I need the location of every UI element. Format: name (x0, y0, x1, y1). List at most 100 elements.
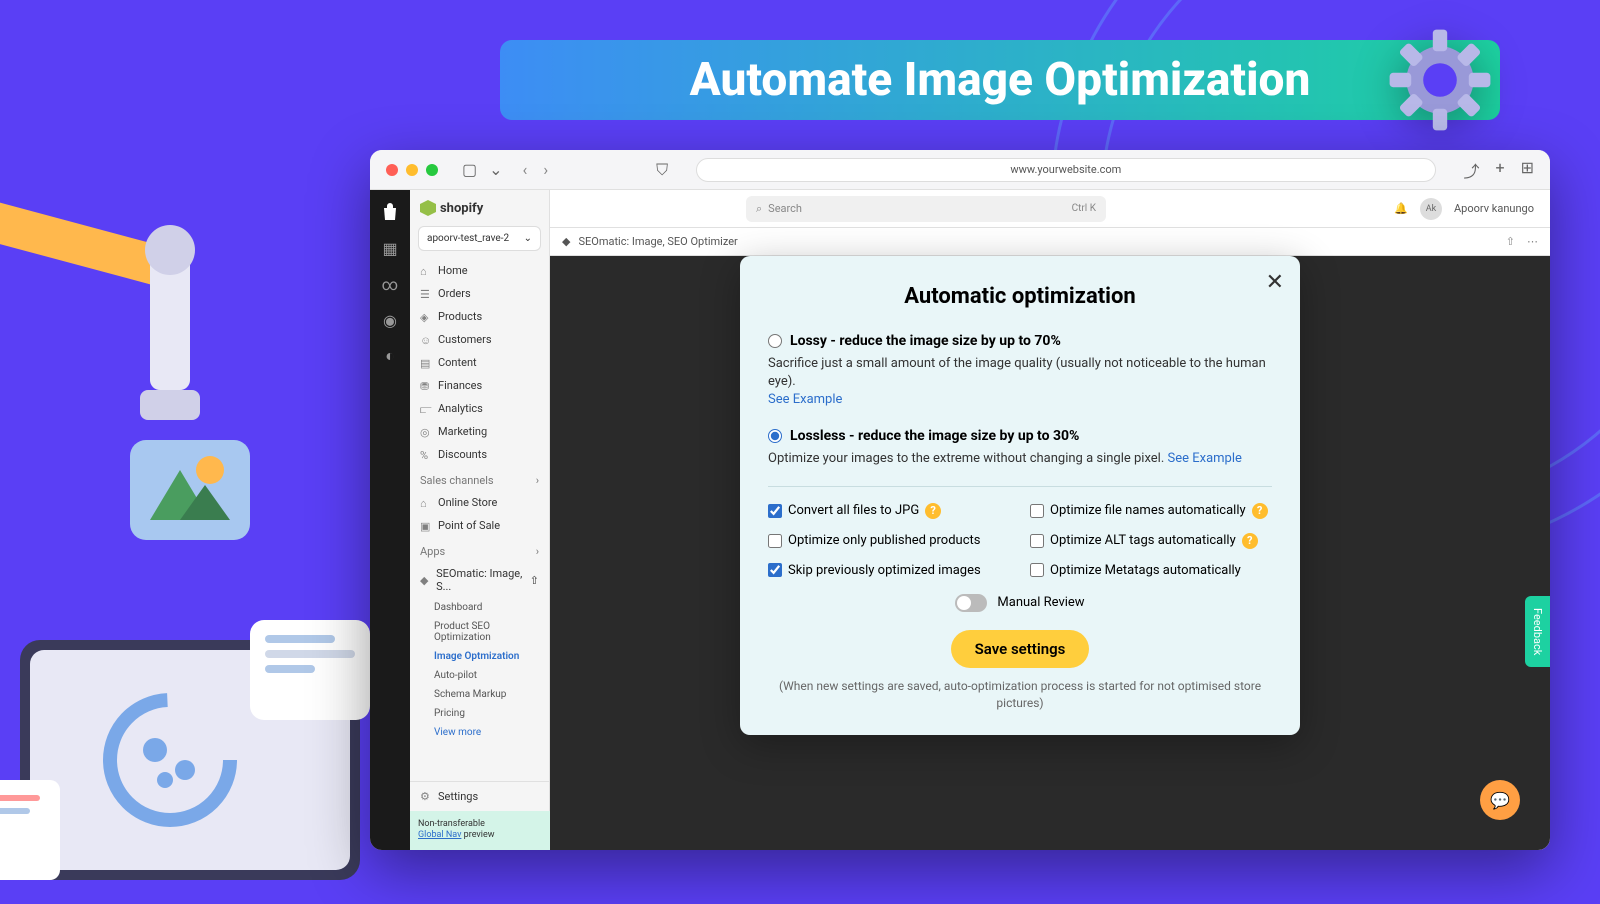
lossy-example-link[interactable]: See Example (768, 392, 842, 407)
check-jpg[interactable] (768, 504, 782, 518)
pin-icon[interactable]: ⇧ (530, 574, 539, 587)
rail-link-icon[interactable]: ∞ (380, 274, 400, 294)
chevron-down-icon: ⌄ (524, 233, 532, 244)
tag-icon: ◈ (420, 311, 432, 323)
lossless-option: Lossless - reduce the image size by up t… (768, 428, 1272, 468)
lossless-example-link[interactable]: See Example (1168, 451, 1242, 466)
pin-icon[interactable]: ⇧ (1506, 235, 1515, 248)
optimization-modal: ✕ Automatic optimization Lossy - reduce … (740, 256, 1300, 735)
finances-icon: ⛃ (420, 380, 432, 392)
checkbox-grid: Convert all files to JPG? Optimize file … (768, 503, 1272, 578)
share-icon[interactable]: ⤴ (1464, 158, 1480, 182)
person-icon: ☺ (420, 334, 432, 346)
discount-icon: % (420, 449, 432, 461)
new-tab-icon[interactable]: + (1496, 158, 1505, 182)
nav-finances[interactable]: ⛃Finances (410, 374, 549, 397)
nav-settings[interactable]: ⚙Settings (410, 781, 550, 811)
check-meta[interactable] (1030, 563, 1044, 577)
crumb-bar: ◆ SEOmatic: Image, SEO Optimizer ⇧ ⋯ (550, 228, 1550, 256)
app-crumb-icon: ◆ (562, 235, 570, 248)
rail-grid-icon[interactable]: ▦ (380, 238, 400, 258)
nav-online-store[interactable]: ⌂Online Store (410, 491, 549, 514)
manual-review-toggle[interactable] (955, 594, 987, 612)
banner-title: Automate Image Optimization (690, 53, 1311, 107)
help-icon[interactable]: ? (925, 503, 941, 519)
close-button[interactable]: ✕ (1266, 270, 1284, 295)
chat-icon[interactable]: 💬 (1480, 780, 1520, 820)
more-icon[interactable]: ⋯ (1527, 235, 1538, 248)
chart-icon: ⫍ (420, 403, 432, 415)
rail-person-icon[interactable]: ◐ (380, 346, 400, 366)
app-crumb: SEOmatic: Image, SEO Optimizer (578, 235, 737, 248)
check-published[interactable] (768, 534, 782, 548)
user-name: Apoorv kanungo (1454, 202, 1534, 215)
chevron-right-icon[interactable]: › (536, 474, 539, 487)
nav-sub-dashboard[interactable]: Dashboard (410, 598, 549, 617)
feedback-tab[interactable]: Feedback (1525, 596, 1550, 667)
tabs-icon[interactable]: ⊞ (1521, 158, 1534, 182)
nav-analytics[interactable]: ⫍Analytics (410, 397, 549, 420)
browser-window: ▢ ⌄ ‹ › ⛉ www.yourwebsite.com ⤴ + ⊞ ▦ ∞ … (370, 150, 1550, 850)
nav-products[interactable]: ◈Products (410, 305, 549, 328)
pos-icon: ▣ (420, 520, 432, 532)
lossless-radio[interactable] (768, 429, 782, 443)
store-selector[interactable]: apoorv-test_rave-2 ⌄ (418, 226, 541, 251)
nav-home[interactable]: ⌂Home (410, 259, 549, 282)
sidebar-toggle-icon[interactable]: ▢ (462, 160, 477, 179)
minimize-window-button[interactable] (406, 164, 418, 176)
manual-review-label: Manual Review (997, 595, 1084, 610)
promo-banner: Automate Image Optimization (500, 40, 1500, 120)
forward-button[interactable]: › (543, 160, 548, 179)
rail-globe-icon[interactable]: ◉ (380, 310, 400, 330)
shopify-bag-icon[interactable] (380, 202, 400, 222)
icon-rail: ▦ ∞ ◉ ◐ (370, 190, 410, 850)
shield-icon[interactable]: ⛉ (656, 160, 668, 180)
chevron-down-icon[interactable]: ⌄ (489, 160, 502, 179)
keyboard-shortcut: Ctrl K (1072, 203, 1096, 214)
close-window-button[interactable] (386, 164, 398, 176)
save-button[interactable]: Save settings (951, 630, 1090, 668)
nav-marketing[interactable]: ◎Marketing (410, 420, 549, 443)
shopify-logo[interactable]: shopify (410, 190, 549, 226)
robot-arm-illustration (0, 150, 350, 550)
address-bar[interactable]: www.yourwebsite.com (696, 158, 1435, 182)
bell-icon[interactable]: 🔔 (1394, 202, 1408, 215)
help-icon[interactable]: ? (1242, 533, 1258, 549)
check-filenames[interactable] (1030, 504, 1044, 518)
chevron-right-icon[interactable]: › (536, 545, 539, 558)
shopify-logo-icon (420, 200, 436, 216)
dashboard-mockup-illustration (0, 600, 400, 900)
nav-sub-pricing[interactable]: Pricing (410, 704, 549, 723)
orders-icon: ☰ (420, 288, 432, 300)
search-icon: ⌕ (756, 202, 762, 216)
back-button[interactable]: ‹ (523, 160, 528, 179)
nav-section-sales: Sales channels› (410, 466, 549, 491)
lossy-radio[interactable] (768, 334, 782, 348)
modal-note: (When new settings are saved, auto-optim… (768, 678, 1272, 712)
content-icon: ▤ (420, 357, 432, 369)
lossy-option: Lossy - reduce the image size by up to 7… (768, 333, 1272, 410)
nav-sub-image-opt[interactable]: Image Optmization (410, 647, 549, 666)
nav-sub-autopilot[interactable]: Auto-pilot (410, 666, 549, 685)
nav-seomatic[interactable]: ◆SEOmatic: Image, S...⇧ (410, 562, 549, 598)
view-more-link[interactable]: View more (410, 723, 549, 742)
check-alt[interactable] (1030, 534, 1044, 548)
nav-orders[interactable]: ☰Orders (410, 282, 549, 305)
search-input[interactable]: ⌕ Search Ctrl K (746, 196, 1106, 222)
maximize-window-button[interactable] (426, 164, 438, 176)
gear-icon: ⚙ (420, 790, 432, 802)
nav-sub-product-seo[interactable]: Product SEO Optimization (410, 617, 549, 647)
avatar[interactable]: Ak (1420, 198, 1442, 220)
lossy-label: Lossy - reduce the image size by up to 7… (790, 333, 1061, 349)
lossless-label: Lossless - reduce the image size by up t… (790, 428, 1079, 444)
nav-content[interactable]: ▤Content (410, 351, 549, 374)
content-area: ✕ Automatic optimization Lossy - reduce … (550, 256, 1550, 850)
nav-pos[interactable]: ▣Point of Sale (410, 514, 549, 537)
check-skip[interactable] (768, 563, 782, 577)
nav-discounts[interactable]: %Discounts (410, 443, 549, 466)
nav-sub-schema[interactable]: Schema Markup (410, 685, 549, 704)
home-icon: ⌂ (420, 265, 432, 277)
nav-customers[interactable]: ☺Customers (410, 328, 549, 351)
help-icon[interactable]: ? (1252, 503, 1268, 519)
global-nav-link[interactable]: Global Nav (418, 830, 461, 840)
